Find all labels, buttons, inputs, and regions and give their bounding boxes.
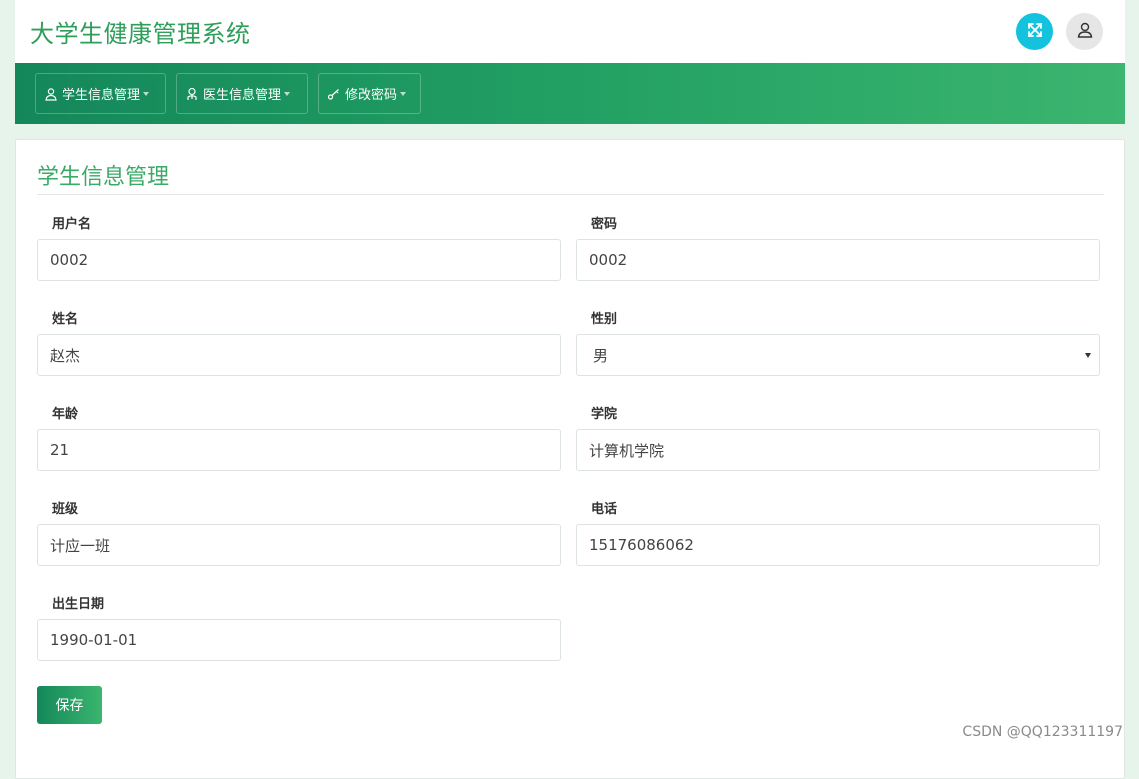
chevron-down-icon [284, 91, 291, 96]
nav-item-label: 学生信息管理 [62, 88, 141, 103]
app-title: 大学生健康管理系统 [30, 20, 251, 48]
college-label: 学院 [591, 407, 618, 422]
chevron-down-icon [400, 91, 407, 96]
password-field[interactable]: 0002 [576, 239, 1100, 281]
watermark: CSDN @QQ123311197 [962, 724, 1123, 740]
username-field[interactable]: 0002 [37, 239, 561, 281]
main-nav: 学生信息管理 医生信息管理 修改密码 [15, 63, 1125, 124]
doctor-icon [185, 87, 199, 101]
name-field[interactable]: 赵杰 [37, 334, 561, 376]
top-header: 大学生健康管理系统 [15, 0, 1125, 63]
gender-select-value: 男 [593, 346, 609, 365]
fullscreen-button[interactable] [1016, 13, 1053, 50]
student-info-panel: 学生信息管理 用户名 0002 密码 0002 姓名 赵杰 性别 男 年龄 21… [15, 139, 1125, 779]
gender-select[interactable]: 男 [576, 334, 1100, 376]
age-label: 年龄 [52, 407, 79, 422]
nav-item-label: 医生信息管理 [203, 88, 282, 103]
nav-item-student-info[interactable]: 学生信息管理 [35, 73, 166, 114]
user-icon [1076, 21, 1094, 43]
app-shell: 大学生健康管理系统 学生信息管理 医生信息管理 修改密码 [15, 0, 1125, 124]
save-button[interactable]: 保存 [37, 686, 102, 724]
user-icon [44, 87, 58, 101]
nav-item-label: 修改密码 [345, 88, 398, 103]
age-field[interactable]: 21 [37, 429, 561, 471]
class-label: 班级 [52, 502, 79, 517]
page-title: 学生信息管理 [37, 165, 170, 190]
password-label: 密码 [591, 217, 618, 232]
chevron-down-icon [143, 91, 150, 96]
chevron-down-icon [1085, 353, 1091, 358]
divider [37, 194, 1104, 195]
user-menu-button[interactable] [1066, 13, 1103, 50]
nav-item-doctor-info[interactable]: 医生信息管理 [176, 73, 308, 114]
nav-item-change-password[interactable]: 修改密码 [318, 73, 421, 114]
name-label: 姓名 [52, 312, 79, 327]
phone-field[interactable]: 15176086062 [576, 524, 1100, 566]
class-field[interactable]: 计应一班 [37, 524, 561, 566]
phone-label: 电话 [591, 502, 618, 517]
key-icon [327, 87, 341, 101]
username-label: 用户名 [52, 217, 92, 232]
gender-label: 性别 [591, 312, 618, 327]
birthdate-label: 出生日期 [52, 597, 105, 612]
college-field[interactable]: 计算机学院 [576, 429, 1100, 471]
expand-arrows-icon [1026, 21, 1044, 43]
birthdate-field[interactable]: 1990-01-01 [37, 619, 561, 661]
